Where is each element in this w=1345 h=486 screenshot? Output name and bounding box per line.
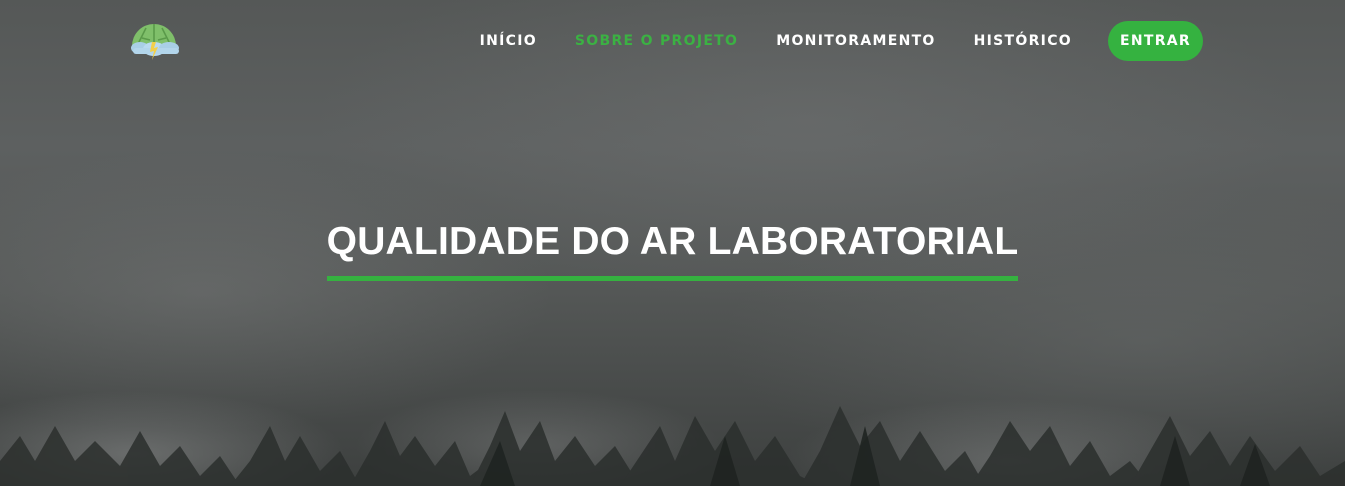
tree-cloud-logo-icon[interactable] — [128, 18, 182, 64]
nav-link-monitoramento[interactable]: MONITORAMENTO — [776, 33, 935, 49]
forest-silhouette — [0, 406, 1345, 486]
navbar: INÍCIO SOBRE O PROJETO MONITORAMENTO HIS… — [0, 0, 1345, 82]
nav-link-sobre-o-projeto[interactable]: SOBRE O PROJETO — [575, 33, 738, 49]
nav-link-historico[interactable]: HISTÓRICO — [974, 33, 1072, 49]
nav-links: INÍCIO SOBRE O PROJETO MONITORAMENTO HIS… — [442, 21, 1203, 61]
nav-link-inicio[interactable]: INÍCIO — [480, 33, 537, 49]
hero-title: QUALIDADE DO AR LABORATORIAL — [326, 218, 1019, 281]
hero-title-wrap: QUALIDADE DO AR LABORATORIAL — [0, 218, 1345, 281]
entrar-button[interactable]: ENTRAR — [1107, 21, 1203, 61]
